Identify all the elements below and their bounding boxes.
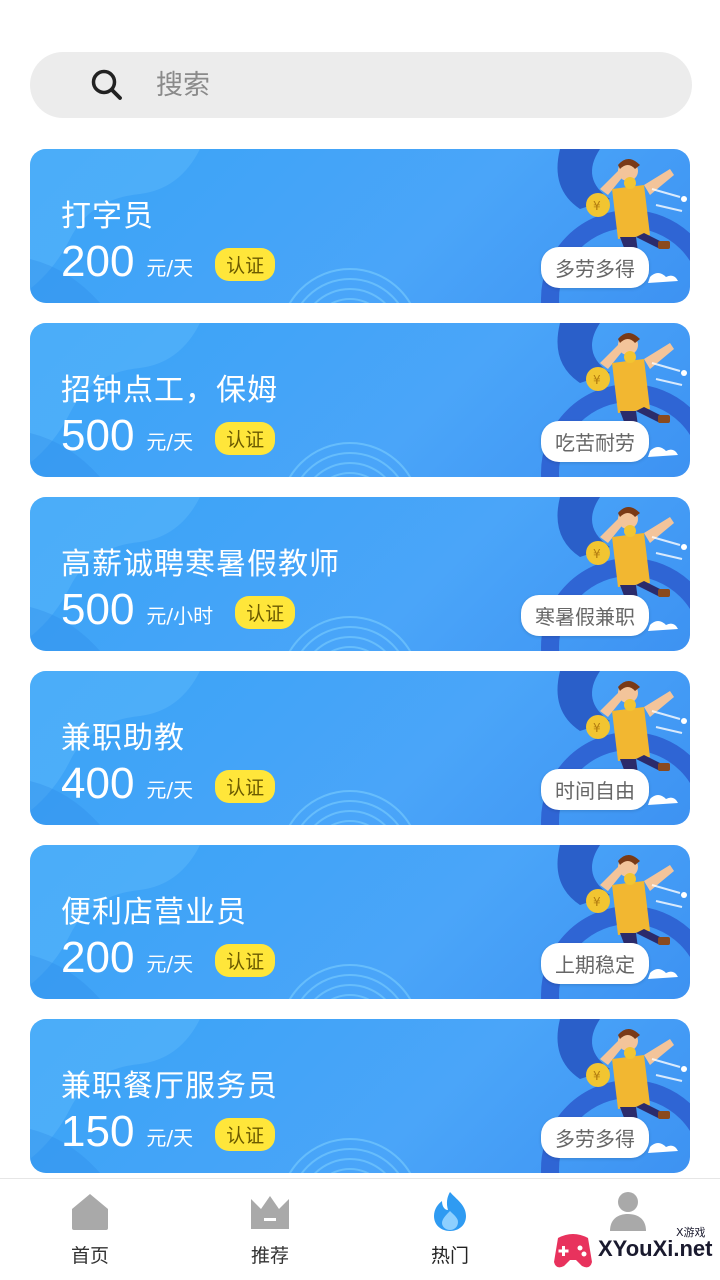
salary-amount: 200: [61, 237, 135, 286]
salary-row: 500 元/小时 认证: [61, 585, 296, 634]
job-card-5[interactable]: 兼职餐厅服务员 150 元/天 认证 ¥ 多劳多得: [30, 1019, 690, 1173]
flame-icon: [434, 1192, 466, 1231]
salary-row: 150 元/天 认证: [61, 1107, 276, 1156]
job-tag-chip: 时间自由: [541, 769, 649, 810]
job-card-0[interactable]: 打字员 200 元/天 认证 ¥ 多劳多得: [30, 149, 690, 303]
job-title: 便利店营业员: [61, 895, 247, 930]
search-input[interactable]: [156, 52, 656, 118]
salary-amount: 150: [61, 1107, 135, 1156]
certified-badge: 认证: [215, 248, 276, 281]
nav-hot[interactable]: 热门: [395, 1189, 505, 1279]
job-card-1[interactable]: 招钟点工，保姆 500 元/天 认证 ¥ 吃苦耐劳: [30, 323, 690, 477]
svg-text:¥: ¥: [593, 373, 601, 387]
job-tag-chip: 多劳多得: [541, 1117, 649, 1158]
nav-recommend[interactable]: 推荐: [215, 1189, 325, 1279]
certified-badge: 认证: [215, 770, 276, 803]
nav-home-label: 首页: [70, 1245, 109, 1267]
nav-recommend-label: 推荐: [250, 1245, 289, 1267]
salary-row: 500 元/天 认证: [61, 411, 276, 460]
job-card-3[interactable]: 兼职助教 400 元/天 认证 ¥ 时间自由: [30, 671, 690, 825]
certified-badge: 认证: [215, 944, 276, 977]
svg-text:¥: ¥: [593, 895, 601, 909]
salary-row: 200 元/天 认证: [61, 237, 276, 286]
search-icon: [91, 69, 122, 100]
salary-unit: 元/小时: [146, 604, 214, 628]
nav-hot-label: 热门: [430, 1245, 469, 1267]
salary-amount: 500: [61, 411, 135, 460]
svg-text:¥: ¥: [593, 721, 601, 735]
salary-unit: 元/天: [146, 952, 194, 976]
salary-unit: 元/天: [146, 778, 194, 802]
gamepad-icon: [554, 1234, 592, 1268]
job-list: 打字员 200 元/天 认证 ¥ 多劳多得 招钟点工，保姆 500 元/天 认证…: [30, 149, 690, 1193]
job-tag-chip: 寒暑假兼职: [521, 595, 649, 636]
certified-badge: 认证: [235, 596, 296, 629]
home-icon: [72, 1194, 108, 1230]
job-tag-chip: 吃苦耐劳: [541, 421, 649, 462]
certified-badge: 认证: [215, 422, 276, 455]
job-title: 兼职餐厅服务员: [61, 1069, 278, 1104]
search-bar[interactable]: [30, 52, 692, 118]
job-tag-chip: 多劳多得: [541, 247, 649, 288]
job-title: 兼职助教: [61, 721, 185, 756]
salary-row: 400 元/天 认证: [61, 759, 276, 808]
job-tag-chip: 上期稳定: [541, 943, 649, 984]
svg-text:¥: ¥: [593, 547, 601, 561]
salary-row: 200 元/天 认证: [61, 933, 276, 982]
page: 打字员 200 元/天 认证 ¥ 多劳多得: [0, 0, 720, 1280]
salary-unit: 元/天: [146, 430, 194, 454]
svg-text:¥: ¥: [593, 1069, 601, 1083]
salary-amount: 200: [61, 933, 135, 982]
watermark-text: XYouXi.net: [598, 1236, 713, 1261]
job-title: 打字员: [61, 199, 154, 234]
salary-unit: 元/天: [146, 1126, 194, 1150]
salary-unit: 元/天: [146, 256, 194, 280]
svg-text:¥: ¥: [593, 199, 601, 213]
watermark-logo: X游戏 XYouXi.net: [548, 1222, 718, 1278]
salary-amount: 500: [61, 585, 135, 634]
salary-amount: 400: [61, 759, 135, 808]
job-title: 招钟点工，保姆: [61, 373, 278, 408]
crown-icon: [251, 1196, 289, 1229]
job-card-4[interactable]: 便利店营业员 200 元/天 认证 ¥ 上期稳定: [30, 845, 690, 999]
job-title: 高薪诚聘寒暑假教师: [61, 547, 340, 582]
job-card-2[interactable]: 高薪诚聘寒暑假教师 500 元/小时 认证 ¥ 寒暑假兼职: [30, 497, 690, 651]
nav-home[interactable]: 首页: [35, 1189, 145, 1279]
certified-badge: 认证: [215, 1118, 276, 1151]
